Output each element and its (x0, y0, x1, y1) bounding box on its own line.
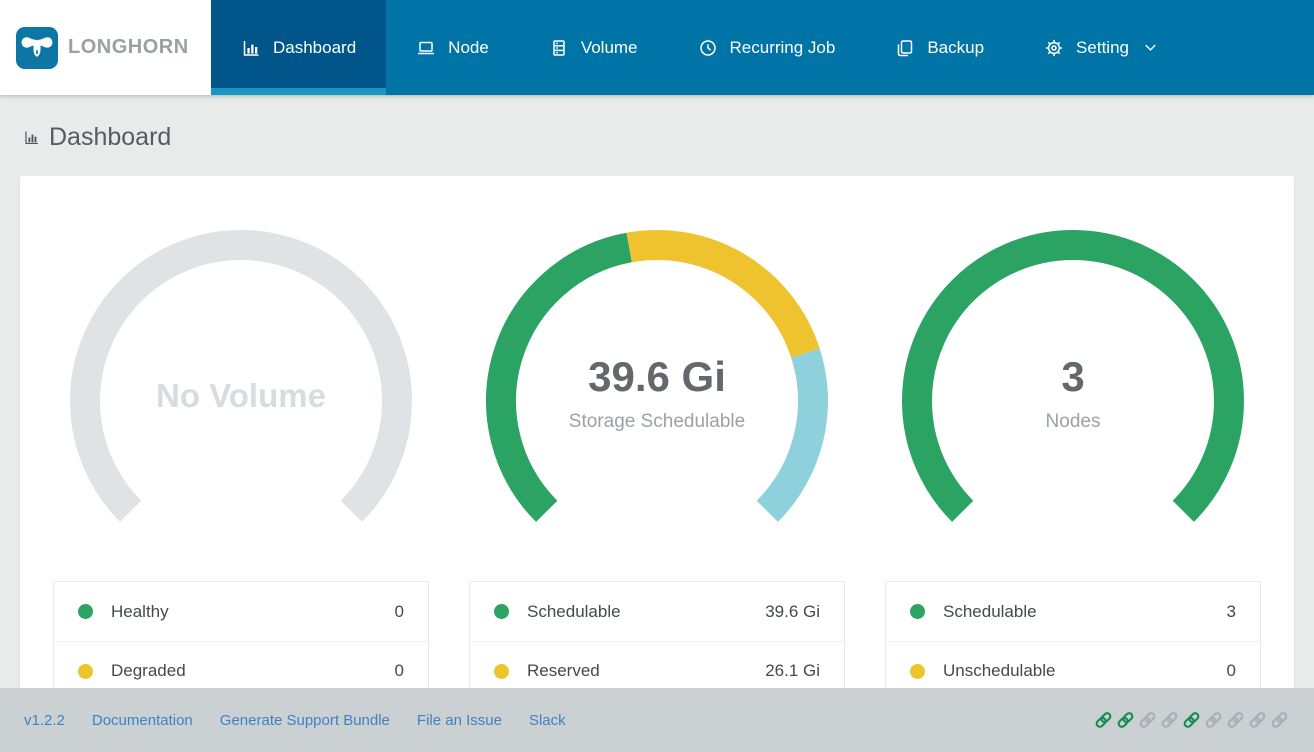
storage-panel: 39.6 Gi Storage Schedulable Schedulable … (469, 226, 845, 688)
page-title: Dashboard (49, 122, 172, 151)
chain-link-icon (1225, 710, 1246, 730)
server-icon (549, 38, 569, 58)
nav-item-backup[interactable]: Backup (865, 0, 1014, 95)
nodes-panel: 3 Nodes Schedulable 3 Unschedulable 0 (885, 226, 1261, 688)
chevron-down-icon (1143, 40, 1158, 55)
chain-link-icon (1247, 710, 1268, 730)
nav-item-recurring-job[interactable]: Recurring Job (668, 0, 866, 95)
top-nav: LONGHORN Dashboard Node Volume Recurring… (0, 0, 1314, 95)
copy-icon (895, 38, 915, 58)
legend-value: 0 (394, 601, 404, 621)
link-slack[interactable]: Slack (529, 712, 566, 729)
footer: v1.2.2 Documentation Generate Support Bu… (0, 688, 1314, 752)
nav-label: Node (448, 37, 489, 57)
brand-name: LONGHORN (68, 36, 189, 58)
status-dot-yellow (910, 663, 925, 679)
main-content: Dashboard No Volume Healthy 0 Degraded 0 (0, 95, 1314, 688)
link-generate-support-bundle[interactable]: Generate Support Bundle (220, 712, 390, 729)
legend-row-degraded: Degraded 0 (54, 641, 428, 688)
volume-panel: No Volume Healthy 0 Degraded 0 (53, 226, 429, 688)
legend-value: 0 (394, 661, 404, 680)
legend-value: 3 (1226, 601, 1236, 621)
volume-legend: Healthy 0 Degraded 0 (53, 581, 429, 688)
main-nav: Dashboard Node Volume Recurring Job Back… (211, 0, 1314, 95)
status-dot-green (910, 604, 925, 619)
nav-label: Volume (580, 37, 638, 57)
legend-label: Unschedulable (943, 661, 1056, 680)
bar-chart-icon (241, 38, 261, 58)
status-dot-yellow (78, 663, 93, 679)
chain-link-icon (1137, 710, 1158, 730)
node-connection-status (1093, 710, 1290, 730)
link-documentation[interactable]: Documentation (92, 712, 193, 729)
legend-value: 0 (1226, 661, 1236, 680)
chain-link-icon (1159, 710, 1180, 730)
nodes-gauge: 3 Nodes (893, 226, 1253, 556)
laptop-icon (416, 38, 436, 58)
bar-chart-icon (25, 131, 38, 144)
legend-label: Healthy (111, 601, 169, 621)
brand-logo[interactable]: LONGHORN (0, 0, 211, 95)
legend-row-reserved: Reserved 26.1 Gi (470, 641, 844, 688)
status-dot-green (494, 604, 509, 619)
dashboard-card: No Volume Healthy 0 Degraded 0 39.6 Gi S… (20, 176, 1294, 688)
legend-value: 26.1 Gi (765, 661, 820, 680)
legend-label: Reserved (527, 661, 600, 680)
chain-link-icon (1181, 710, 1202, 730)
legend-label: Schedulable (527, 601, 621, 621)
longhorn-bull-icon (16, 26, 58, 69)
nav-item-dashboard[interactable]: Dashboard (211, 0, 387, 95)
clock-icon (698, 38, 718, 58)
nav-item-volume[interactable]: Volume (519, 0, 668, 95)
version-label[interactable]: v1.2.2 (24, 712, 65, 729)
nodes-legend: Schedulable 3 Unschedulable 0 (885, 581, 1261, 688)
breadcrumb: Dashboard (23, 121, 1294, 153)
link-file-an-issue[interactable]: File an Issue (417, 712, 502, 729)
nav-label: Dashboard (273, 37, 357, 57)
nav-item-node[interactable]: Node (386, 0, 519, 95)
status-dot-yellow (494, 663, 509, 679)
footer-links: v1.2.2 Documentation Generate Support Bu… (24, 712, 566, 729)
legend-row-schedulable: Schedulable 3 (886, 582, 1260, 641)
legend-row-healthy: Healthy 0 (54, 582, 428, 641)
chain-link-icon (1093, 710, 1114, 730)
legend-value: 39.6 Gi (765, 601, 820, 621)
volume-gauge: No Volume (61, 226, 421, 556)
chain-link-icon (1269, 710, 1290, 730)
storage-gauge: 39.6 Gi Storage Schedulable (477, 226, 837, 556)
chain-link-icon (1203, 710, 1224, 730)
legend-label: Degraded (111, 661, 186, 680)
chain-link-icon (1115, 710, 1136, 730)
storage-legend: Schedulable 39.6 Gi Reserved 26.1 Gi (469, 581, 845, 688)
legend-label: Schedulable (943, 601, 1037, 621)
status-dot-green (78, 604, 93, 619)
gear-icon (1044, 38, 1064, 58)
nav-label: Backup (927, 37, 985, 57)
nav-label: Setting (1076, 37, 1129, 57)
legend-row-unschedulable: Unschedulable 0 (886, 641, 1260, 688)
nav-label: Recurring Job (729, 37, 836, 57)
legend-row-schedulable: Schedulable 39.6 Gi (470, 582, 844, 641)
nav-item-setting[interactable]: Setting (1014, 0, 1188, 95)
